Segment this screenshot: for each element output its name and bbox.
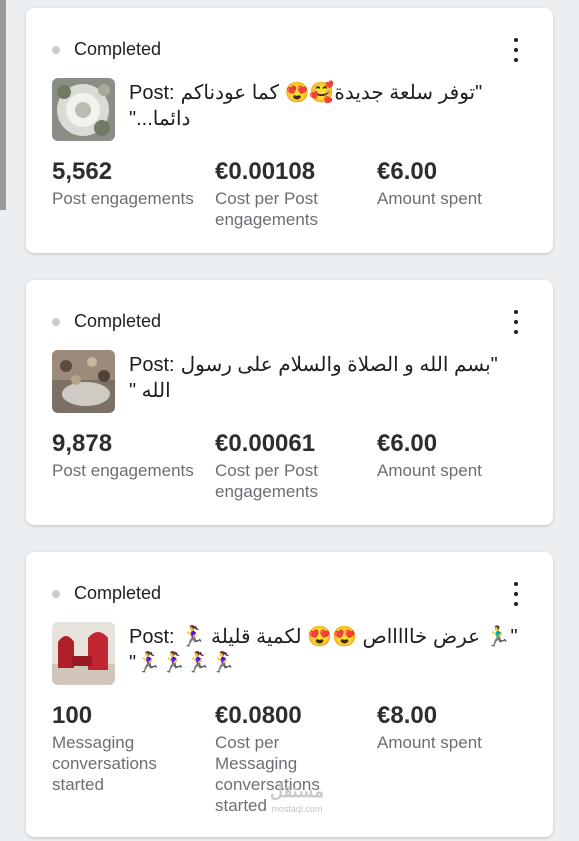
watermark-sub: mostaql.com — [271, 804, 323, 814]
metric-label: Cost per Post engagements — [215, 189, 319, 229]
status-row: Completed — [52, 583, 161, 604]
post-caption: Post: "🏃‍♂️ عرض خاااااص 😍😍 لكمية قليلة 🏃‍… — [129, 624, 519, 676]
post-caption: Post: "بسم الله و الصلاة والسلام على رسول… — [129, 352, 519, 404]
status-dot-icon — [52, 317, 60, 326]
status-dot-icon — [52, 45, 60, 54]
watermark-main: مستقل — [270, 781, 324, 801]
metric-label: Post engagements — [52, 461, 194, 480]
metric-cost: €0.00108 Cost per Post engagements — [215, 158, 365, 230]
metric-label: Post engagements — [52, 189, 194, 208]
metric-spent: €8.00 Amount spent — [377, 702, 527, 753]
ad-card[interactable]: Completed Post: "توفر سلعة جديدة🥰😍 كما عو… — [26, 8, 553, 253]
more-options-icon[interactable] — [511, 582, 521, 606]
post-body: "توفر سلعة جديدة🥰😍 كما عودناكم دائما..." — [129, 82, 483, 130]
metric-label: Messaging conversations started — [52, 733, 157, 794]
status-label: Completed — [74, 583, 162, 603]
post-prefix: Post: — [129, 82, 175, 104]
post-thumbnail[interactable] — [52, 622, 115, 685]
metric-value: 5,562 — [52, 158, 113, 185]
watermark-logo: مستقل mostaql.com — [270, 782, 324, 818]
metric-value: €0.00061 — [215, 430, 316, 457]
edge-shadow — [0, 0, 6, 210]
metric-results: 100 Messaging conversations started — [52, 702, 207, 795]
ad-card[interactable]: Completed Post: "🏃‍♂️ عرض خاااااص 😍😍 لكمي… — [26, 552, 553, 837]
metric-value: €8.00 — [377, 702, 438, 729]
status-label: Completed — [74, 311, 162, 331]
metric-label: Amount spent — [377, 461, 482, 480]
post-prefix: Post: — [129, 626, 175, 648]
status-row: Completed — [52, 39, 161, 60]
metric-cost: €0.00061 Cost per Post engagements — [215, 430, 365, 502]
post-body: "🏃‍♂️ عرض خاااااص 😍😍 لكمية قليلة 🏃‍♀️🏃‍♀… — [129, 626, 518, 674]
status-label: Completed — [74, 39, 162, 59]
post-thumbnail[interactable] — [52, 78, 115, 141]
metric-value: €0.00108 — [215, 158, 316, 185]
ad-card[interactable]: Completed Post: "بسم الله و الصلاة والسلا… — [26, 280, 553, 525]
metric-label: Amount spent — [377, 733, 482, 752]
status-row: Completed — [52, 311, 161, 332]
metric-value: €0.0800 — [215, 702, 302, 729]
metric-results: 5,562 Post engagements — [52, 158, 207, 209]
more-options-icon[interactable] — [511, 310, 521, 334]
post-caption: Post: "توفر سلعة جديدة🥰😍 كما عودناكم دائم… — [129, 80, 519, 132]
metric-results: 9,878 Post engagements — [52, 430, 207, 481]
more-options-icon[interactable] — [511, 38, 521, 62]
post-prefix: Post: — [129, 354, 175, 376]
status-dot-icon — [52, 589, 60, 598]
post-thumbnail[interactable] — [52, 350, 115, 413]
post-body: "بسم الله و الصلاة والسلام على رسول الله… — [129, 354, 498, 402]
metric-spent: €6.00 Amount spent — [377, 430, 527, 481]
metric-label: Cost per Post engagements — [215, 461, 319, 501]
metric-value: €6.00 — [377, 158, 438, 185]
metric-value: €6.00 — [377, 430, 438, 457]
metric-spent: €6.00 Amount spent — [377, 158, 527, 209]
metric-label: Amount spent — [377, 189, 482, 208]
metric-value: 100 — [52, 702, 93, 729]
metric-value: 9,878 — [52, 430, 113, 457]
